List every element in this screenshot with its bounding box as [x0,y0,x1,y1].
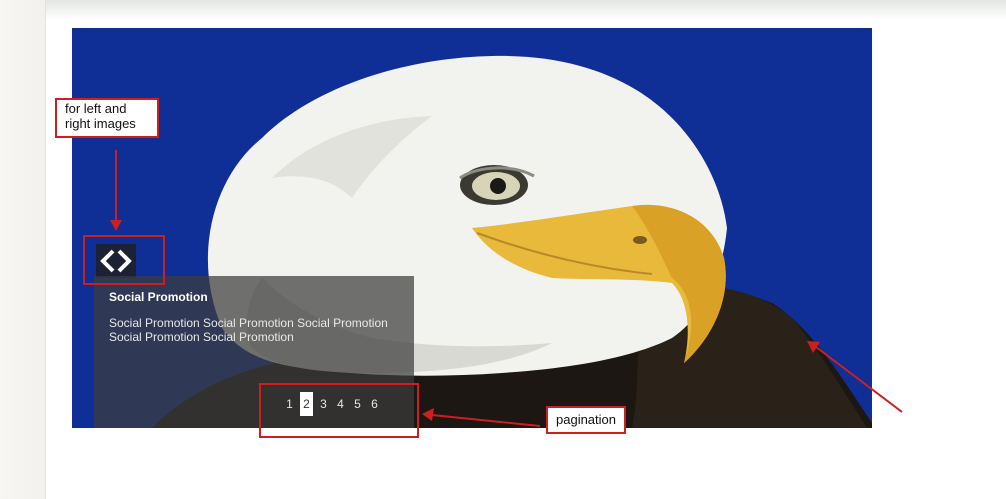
image-slider[interactable]: Social Promotion Social Promotion Social… [72,28,872,428]
caption-title: Social Promotion [109,290,208,304]
pagination-highlight-box [259,383,419,438]
caption-text: Social Promotion Social Promotion Social… [109,316,388,344]
page-top-strip [46,0,1006,20]
arrows-highlight-box [83,235,165,285]
arrows-annotation-text: for left and right images [65,101,136,131]
pagination-annotation-label: pagination [546,406,626,434]
left-gutter [0,0,46,499]
pagination-annotation-text: pagination [556,412,616,427]
arrows-annotation-label: for left and right images [55,98,159,138]
